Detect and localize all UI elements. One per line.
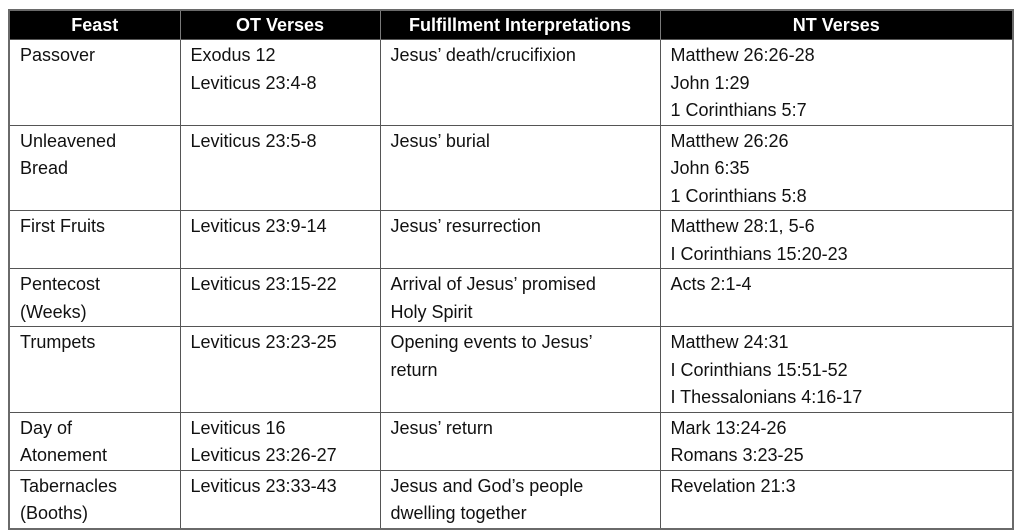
nt-verses-cell: Matthew 28:1, 5-6 I Corinthians 15:20-23 <box>659 210 1014 269</box>
feast-cell: Day of Atonement <box>8 411 181 471</box>
fulfillment-text: Jesus’ resurrection <box>390 216 541 236</box>
nt-verse: Mark 13:24-26 <box>670 417 787 438</box>
feast-name: Passover <box>20 45 96 65</box>
feast-name: Atonement <box>20 445 108 465</box>
fulfillment-text: dwelling together <box>390 503 527 523</box>
feast-name: Tabernacles <box>20 475 118 496</box>
nt-verses-cell: Acts 2:1-4 <box>659 268 1014 327</box>
nt-verse: 1 Corinthians 5:8 <box>670 185 807 206</box>
nt-verses-cell: Mark 13:24-26 Romans 3:23-25 <box>659 411 1014 471</box>
table-row: First Fruits Leviticus 23:9-14 Jesus’ re… <box>8 210 1014 269</box>
ot-verse: Leviticus 16 <box>190 417 286 438</box>
ot-verse: Exodus 12 <box>190 45 276 65</box>
nt-verse: I Corinthians 15:51-52 <box>670 359 848 380</box>
fulfillment-text: return <box>390 359 438 380</box>
fulfillment-cell: Jesus’ death/crucifixion <box>379 39 661 126</box>
nt-verse: Revelation 21:3 <box>670 475 796 496</box>
feasts-table-container: Feast OT Verses Fulfillment Interpretati… <box>8 9 1014 530</box>
feast-name: Unleavened <box>20 130 117 151</box>
fulfillment-cell: Jesus’ burial <box>379 124 661 211</box>
feast-cell: Tabernacles (Booths) <box>8 469 181 529</box>
feast-cell: Pentecost (Weeks) <box>8 268 181 327</box>
nt-verse: I Thessalonians 4:16-17 <box>670 387 863 407</box>
nt-verse: Matthew 28:1, 5-6 <box>670 216 815 236</box>
ot-verses-cell: Leviticus 23:33-43 <box>179 469 381 529</box>
nt-verses-cell: Revelation 21:3 <box>659 469 1014 529</box>
header-fulfillment-interpretations: Fulfillment Interpretations <box>379 10 661 40</box>
header-nt-verses: NT Verses <box>659 10 1014 40</box>
nt-verse: Romans 3:23-25 <box>670 445 804 465</box>
ot-verse: Leviticus 23:5-8 <box>190 130 317 151</box>
fulfillment-text: Jesus’ burial <box>390 130 490 151</box>
fulfillment-cell: Jesus and God’s people dwelling together <box>379 469 661 529</box>
ot-verse: Leviticus 23:15-22 <box>190 274 337 294</box>
header-feast: Feast <box>8 10 181 40</box>
nt-verse: Matthew 26:26 <box>670 130 789 151</box>
fulfillment-text: Jesus’ death/crucifixion <box>390 45 576 65</box>
header-row: Feast OT Verses Fulfillment Interpretati… <box>8 10 1014 40</box>
nt-verse: Matthew 24:31 <box>670 332 789 352</box>
feast-cell: Trumpets <box>8 326 181 413</box>
fulfillment-cell: Opening events to Jesus’ return <box>379 326 661 413</box>
table-row: Unleavened Bread Leviticus 23:5-8 Jesus’… <box>8 124 1014 211</box>
ot-verses-cell: Leviticus 16 Leviticus 23:26-27 <box>179 411 381 471</box>
feast-name: Day of <box>20 417 73 438</box>
fulfillment-text: Jesus’ return <box>390 417 493 438</box>
fulfillment-cell: Arrival of Jesus’ promised Holy Spirit <box>379 268 661 327</box>
nt-verse: I Corinthians 15:20-23 <box>670 243 848 264</box>
ot-verses-cell: Exodus 12 Leviticus 23:4-8 <box>179 39 381 126</box>
feast-cell: First Fruits <box>8 210 181 269</box>
ot-verse: Leviticus 23:9-14 <box>190 216 327 236</box>
fulfillment-text: Jesus and God’s people <box>390 475 584 496</box>
table-row: Tabernacles (Booths) Leviticus 23:33-43 … <box>8 469 1014 529</box>
feast-name: Trumpets <box>20 332 96 352</box>
ot-verses-cell: Leviticus 23:9-14 <box>179 210 381 269</box>
ot-verses-cell: Leviticus 23:23-25 <box>179 326 381 413</box>
nt-verses-cell: Matthew 24:31 I Corinthians 15:51-52 I T… <box>659 326 1014 413</box>
feast-name: (Weeks) <box>20 301 87 322</box>
nt-verse: John 1:29 <box>670 72 750 93</box>
table-row: Passover Exodus 12 Leviticus 23:4-8 Jesu… <box>8 39 1014 126</box>
header-ot-verses: OT Verses <box>179 10 381 40</box>
ot-verses-cell: Leviticus 23:15-22 <box>179 268 381 327</box>
nt-verses-cell: Matthew 26:26-28 John 1:29 1 Corinthians… <box>659 39 1014 126</box>
ot-verse: Leviticus 23:33-43 <box>190 475 337 496</box>
feast-name: Pentecost <box>20 274 101 294</box>
ot-verse: Leviticus 23:26-27 <box>190 445 337 465</box>
nt-verse: 1 Corinthians 5:7 <box>670 100 807 120</box>
feast-name: Bread <box>20 158 69 178</box>
feast-cell: Passover <box>8 39 181 126</box>
ot-verses-cell: Leviticus 23:5-8 <box>179 124 381 211</box>
feast-name: (Booths) <box>20 503 89 523</box>
fulfillment-cell: Jesus’ resurrection <box>379 210 661 269</box>
nt-verse: Matthew 26:26-28 <box>670 45 815 65</box>
fulfillment-text: Arrival of Jesus’ promised <box>390 274 596 294</box>
nt-verse: John 6:35 <box>670 158 750 178</box>
feast-name: First Fruits <box>20 216 105 236</box>
fulfillment-cell: Jesus’ return <box>379 411 661 471</box>
ot-verse: Leviticus 23:23-25 <box>190 332 337 352</box>
table-row: Trumpets Leviticus 23:23-25 Opening even… <box>8 326 1014 413</box>
table-row: Pentecost (Weeks) Leviticus 23:15-22 Arr… <box>8 268 1014 327</box>
ot-verse: Leviticus 23:4-8 <box>190 72 317 93</box>
nt-verse: Acts 2:1-4 <box>670 274 752 294</box>
nt-verses-cell: Matthew 26:26 John 6:35 1 Corinthians 5:… <box>659 124 1014 211</box>
fulfillment-text: Holy Spirit <box>390 301 473 322</box>
fulfillment-text: Opening events to Jesus’ <box>390 332 593 352</box>
feast-cell: Unleavened Bread <box>8 124 181 211</box>
table-row: Day of Atonement Leviticus 16 Leviticus … <box>8 411 1014 471</box>
feasts-table: Feast OT Verses Fulfillment Interpretati… <box>8 9 1014 530</box>
